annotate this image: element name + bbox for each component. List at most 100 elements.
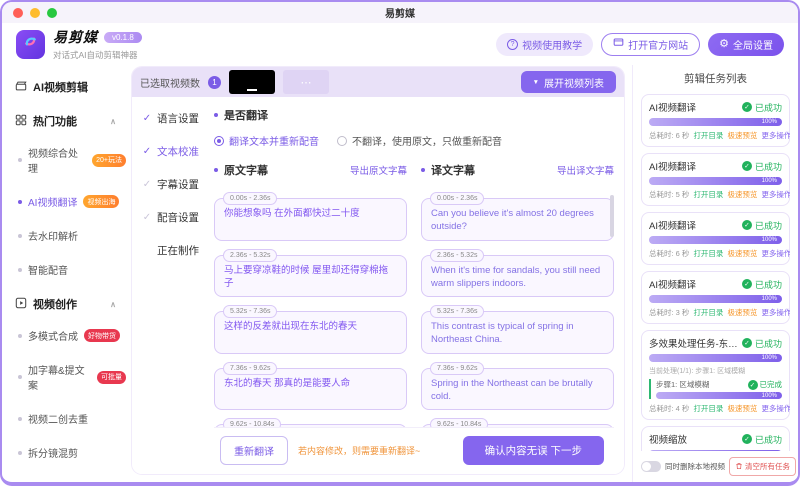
clear-all-tasks-button[interactable]: 清空所有任务 — [729, 457, 796, 476]
subtitle-target-card[interactable]: 0.00s - 2.36s Can you believe it's almos… — [421, 198, 614, 241]
sidebar-item-ai-video-translate[interactable]: AI视频翻译 视频出海 — [18, 194, 126, 209]
more-actions-link[interactable]: 更多操作∨ — [761, 130, 790, 141]
sidebar-item-subtitle-copywriting[interactable]: 加字幕&提文案 可批量 — [18, 362, 126, 392]
subtitle-target-card[interactable]: 7.36s - 9.62s Spring in the Northeast ca… — [421, 368, 614, 411]
step-dubbing-settings[interactable]: ✓ 配音设置 — [142, 210, 214, 225]
sidebar-item-multi-mode-compose[interactable]: 多模式合成 好物带货 — [18, 328, 126, 343]
task-card: 视频缩放 ✓ 已成功 100% 总耗时: 49 秒 打开目录 极速预览 更多操作… — [641, 426, 790, 451]
expand-video-list-button[interactable]: ▼ 展开视频列表 — [521, 71, 616, 93]
status-text: 已成功 — [755, 278, 782, 291]
sidebar-item-label: 多模式合成 — [28, 328, 78, 343]
tutorial-button[interactable]: ? 视频使用教学 — [496, 33, 593, 56]
quick-preview-link[interactable]: 极速预览 — [727, 307, 757, 318]
timestamp-pill: 0.00s - 2.36s — [223, 192, 277, 205]
radio-no-translate[interactable]: 不翻译，使用原文，只做重新配音 — [337, 133, 502, 148]
gear-icon: ⚙ — [719, 39, 729, 50]
selected-videos-label: 已选取视频数 — [140, 75, 200, 90]
more-actions-link[interactable]: 更多操作∨ — [761, 248, 790, 259]
sidebar-item-label: 智能配音 — [28, 262, 68, 277]
bullet-icon — [18, 158, 22, 162]
step-language-settings[interactable]: ✓ 语言设置 — [142, 111, 214, 126]
maximize-button[interactable] — [47, 8, 57, 18]
sidebar-item-video-dedup[interactable]: 视频二创去重 — [18, 411, 126, 426]
close-button[interactable] — [13, 8, 23, 18]
radio-label: 不翻译，使用原文，只做重新配音 — [352, 133, 502, 148]
subtitle-source-card[interactable]: 2.36s - 5.32s 马上要穿凉鞋的时候 屋里却还得穿棉拖子 — [214, 255, 407, 298]
subtitle-source-card[interactable]: 9.62s - 10.84s 死冷死冷的 — [214, 424, 407, 427]
retranslate-button[interactable]: 重新翻译 — [220, 436, 288, 465]
task-panel-title: 剪辑任务列表 — [641, 71, 790, 86]
step-label: 文本校准 — [157, 144, 199, 159]
global-settings-button[interactable]: ⚙ 全局设置 — [708, 33, 784, 56]
sidebar-group-label: 视频创作 — [33, 296, 77, 312]
more-actions-link[interactable]: 更多操作∨ — [761, 307, 790, 318]
sidebar-item-watermark-removal[interactable]: 去水印解析 — [18, 228, 126, 243]
scrollbar-thumb[interactable] — [610, 195, 614, 237]
minimize-button[interactable] — [30, 8, 40, 18]
subtitle-source-card[interactable]: 7.36s - 9.62s 东北的春天 那真的是能要人命 — [214, 368, 407, 411]
subtitle-source-card[interactable]: 5.32s - 7.36s 这样的反差就出现在东北的春天 — [214, 311, 407, 354]
confirm-next-button[interactable]: 确认内容无误 下一步 — [463, 436, 604, 465]
subtitle-source-card[interactable]: 0.00s - 2.36s 你能想象吗 在外面都快过二十度 — [214, 198, 407, 241]
open-directory-link[interactable]: 打开目录 — [693, 403, 723, 414]
export-target-link[interactable]: 导出译文字幕 — [557, 163, 614, 177]
task-name: AI视频翻译 — [649, 277, 696, 291]
sidebar-item-label: 视频综合处理 — [28, 145, 86, 175]
substep-block: 步骤1: 区域模糊 ✓ 已完成 100% — [649, 379, 782, 399]
quick-preview-link[interactable]: 极速预览 — [727, 130, 757, 141]
step-text-proofread[interactable]: ✓ 文本校准 — [142, 144, 214, 159]
quick-preview-link[interactable]: 极速预览 — [727, 189, 757, 200]
video-thumbnail[interactable] — [229, 70, 275, 94]
quick-preview-link[interactable]: 极速预览 — [727, 248, 757, 259]
open-directory-link[interactable]: 打开目录 — [693, 307, 723, 318]
subtitle-target-card[interactable]: 9.62s - 10.84s It's freezing cold! — [421, 424, 614, 427]
trash-icon — [735, 462, 743, 472]
more-videos-placeholder[interactable]: ⋯ — [283, 70, 329, 94]
substep-name: 步骤1: 区域模糊 — [656, 379, 709, 390]
app-header: 易剪媒 v0.1.8 对话式AI自动剪辑神器 ? 视频使用教学 打开官方网站 ⚙… — [2, 23, 798, 65]
delete-local-toggle[interactable] — [641, 461, 661, 472]
bullet-icon — [18, 417, 22, 421]
radio-translate-redub[interactable]: 翻译文本并重新配音 — [214, 133, 319, 148]
timestamp-pill: 9.62s - 10.84s — [223, 418, 281, 427]
tutorial-button-label: 视频使用教学 — [522, 37, 582, 52]
status-text: 已成功 — [755, 337, 782, 350]
sidebar-item-smart-dubbing[interactable]: 智能配音 — [18, 262, 126, 277]
open-directory-link[interactable]: 打开目录 — [693, 248, 723, 259]
open-directory-link[interactable]: 打开目录 — [693, 130, 723, 141]
status-badge: ✓ 已成功 — [742, 160, 782, 173]
success-check-icon: ✓ — [742, 279, 752, 289]
more-actions-link[interactable]: 更多操作∨ — [761, 403, 790, 414]
more-actions-link[interactable]: 更多操作∨ — [761, 189, 790, 200]
sidebar-group-video-creation[interactable]: 视频创作 ∧ — [15, 296, 116, 312]
app-name: 易剪媒 — [53, 27, 98, 47]
sidebar-item-label: 去水印解析 — [28, 228, 78, 243]
app-tagline: 对话式AI自动剪辑神器 — [53, 49, 142, 61]
selected-count-badge: 1 — [208, 76, 221, 89]
sidebar-item-ai-video-clip[interactable]: AI视频剪辑 — [15, 79, 126, 95]
success-check-icon: ✓ — [748, 380, 758, 390]
bullet-icon — [214, 113, 218, 117]
progress-bar: 100% — [649, 118, 782, 126]
sidebar-group-hot-features[interactable]: 热门功能 ∧ — [15, 113, 116, 129]
step-subtitle-settings[interactable]: ✓ 字幕设置 — [142, 177, 214, 192]
website-button-label: 打开官方网站 — [628, 37, 688, 52]
official-website-button[interactable]: 打开官方网站 — [601, 33, 700, 56]
export-source-link[interactable]: 导出原文字幕 — [350, 163, 407, 177]
bullet-icon — [18, 200, 22, 204]
open-directory-link[interactable]: 打开目录 — [693, 189, 723, 200]
subtitle-target-card[interactable]: 5.32s - 7.36s This contrast is typical o… — [421, 311, 614, 354]
feature-badge: 可批量 — [97, 371, 126, 384]
more-actions-label: 更多操作 — [761, 189, 790, 200]
target-subtitles-header: 译文字幕 导出译文字幕 — [421, 162, 614, 178]
sidebar-item-video-processing[interactable]: 视频综合处理 20+玩法 — [18, 145, 126, 175]
subtitle-target-card[interactable]: 2.36s - 5.32s When it's time for sandals… — [421, 255, 614, 298]
sidebar-item-shot-split-mix[interactable]: 拆分镜混剪 — [18, 445, 126, 460]
step-producing[interactable]: ✓ 正在制作 — [142, 243, 214, 258]
timestamp-pill: 9.62s - 10.84s — [430, 418, 488, 427]
timestamp-pill: 7.36s - 9.62s — [430, 362, 484, 375]
progress-bar: 100% — [649, 354, 782, 362]
step-label: 字幕设置 — [157, 177, 199, 192]
version-badge: v0.1.8 — [104, 32, 142, 43]
quick-preview-link[interactable]: 极速预览 — [727, 403, 757, 414]
